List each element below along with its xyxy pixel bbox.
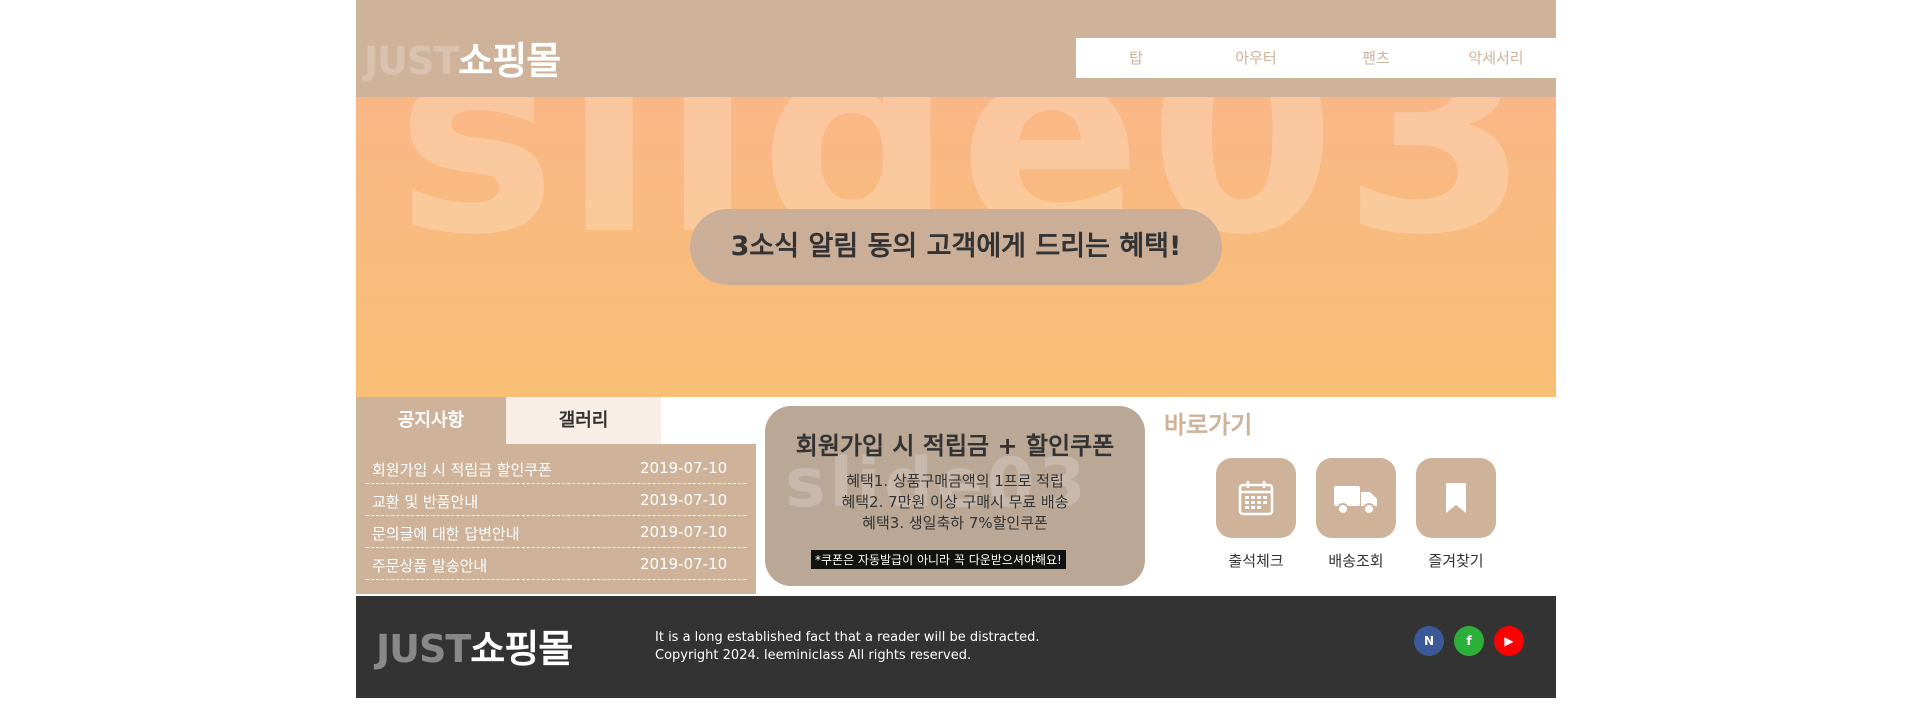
bookmark-icon [1446, 483, 1466, 513]
notice-title[interactable]: 주문상품 발송안내 [372, 555, 487, 576]
header: JUST쇼핑몰 탑 아우터 팬츠 악세서리 [356, 0, 1556, 97]
quick-link-attendance[interactable]: 출석체크 [1216, 458, 1296, 571]
list-item[interactable]: 회원가입 시 적립금 할인쿠폰 2019-07-10 [366, 452, 746, 484]
notice-date: 2019-07-10 [640, 555, 728, 573]
youtube-icon[interactable]: ▶ [1494, 626, 1524, 656]
footer-text-line: It is a long established fact that a rea… [655, 630, 1040, 645]
quick-link-box[interactable] [1316, 458, 1396, 538]
tab-notice[interactable]: 공지사항 [356, 397, 506, 444]
main-nav: 탑 아우터 팬츠 악세서리 [1076, 38, 1556, 78]
logo-just-text: JUST [364, 39, 459, 83]
list-item[interactable]: 문의글에 대한 답변안내 2019-07-10 [366, 516, 746, 548]
signup-benefit-banner[interactable]: slide03 회원가입 시 적립금 + 할인쿠폰 혜택1. 상품구매금액의 1… [765, 406, 1145, 586]
benefit-line: 혜택2. 7만원 이상 구매시 무료 배송 [841, 493, 1069, 511]
logo-mall-text: 쇼핑몰 [458, 39, 561, 83]
tab-gallery[interactable]: 갤러리 [506, 397, 661, 444]
hero-slider[interactable]: slide03 3소식 알림 동의 고객에게 드리는 혜택! [356, 97, 1556, 397]
footer-logo-just: JUST [376, 627, 471, 671]
benefit-line: 혜택3. 생일축하 7%할인쿠폰 [862, 514, 1048, 532]
benefit-line: 혜택1. 상품구매금액의 1프로 적립 [846, 472, 1064, 490]
nav-item-top[interactable]: 탑 [1076, 38, 1196, 78]
list-item[interactable]: 교환 및 반품안내 2019-07-10 [366, 484, 746, 516]
footer-info: It is a long established fact that a rea… [655, 629, 1040, 665]
notice-title[interactable]: 회원가입 시 적립금 할인쿠폰 [372, 459, 552, 480]
site-logo[interactable]: JUST쇼핑몰 [364, 30, 561, 85]
nav-item-outer[interactable]: 아우터 [1196, 38, 1316, 78]
notice-date: 2019-07-10 [640, 459, 728, 477]
notice-list: 회원가입 시 적립금 할인쿠폰 2019-07-10 교환 및 반품안내 201… [356, 444, 756, 594]
quick-link-label: 즐겨찾기 [1428, 552, 1484, 570]
list-item[interactable]: 주문상품 발송안내 2019-07-10 [366, 548, 746, 580]
facebook-icon[interactable]: f [1454, 626, 1484, 656]
page-wrapper: JUST쇼핑몰 탑 아우터 팬츠 악세서리 slide03 3소식 알림 동의 … [356, 0, 1556, 698]
banner-title: 회원가입 시 적립금 + 할인쿠폰 [795, 432, 1115, 460]
quick-links-title: 바로가기 [1164, 411, 1253, 439]
board-tabs: 공지사항 갤러리 [356, 397, 756, 444]
quick-link-bookmark[interactable]: 즐겨찾기 [1416, 458, 1496, 571]
nav-item-accessory[interactable]: 악세서리 [1436, 38, 1556, 78]
quick-link-box[interactable] [1216, 458, 1296, 538]
quick-link-delivery[interactable]: 배송조회 [1316, 458, 1396, 571]
slide-caption: 3소식 알림 동의 고객에게 드리는 혜택! [690, 209, 1222, 285]
footer-logo-mall: 쇼핑몰 [470, 627, 573, 671]
quick-link-label: 배송조회 [1328, 552, 1384, 570]
quick-link-label: 출석체크 [1228, 552, 1284, 570]
footer-logo[interactable]: JUST쇼핑몰 [376, 618, 573, 673]
naver-icon[interactable]: N [1414, 626, 1444, 656]
nav-item-pants[interactable]: 팬츠 [1316, 38, 1436, 78]
notice-title[interactable]: 교환 및 반품안내 [372, 491, 478, 512]
copyright-text: Copyright 2024. leeminiclass All rights … [655, 648, 972, 663]
notice-date: 2019-07-10 [640, 523, 728, 541]
quick-link-box[interactable] [1416, 458, 1496, 538]
notice-date: 2019-07-10 [640, 491, 728, 509]
notice-title[interactable]: 문의글에 대한 답변안내 [372, 523, 520, 544]
coupon-note: *쿠폰은 자동발급이 아니라 꼭 다운받으셔야해요! [811, 550, 1066, 569]
footer: JUST쇼핑몰 It is a long established fact th… [356, 596, 1556, 698]
calendar-icon [1238, 481, 1274, 516]
truck-icon [1334, 486, 1377, 515]
